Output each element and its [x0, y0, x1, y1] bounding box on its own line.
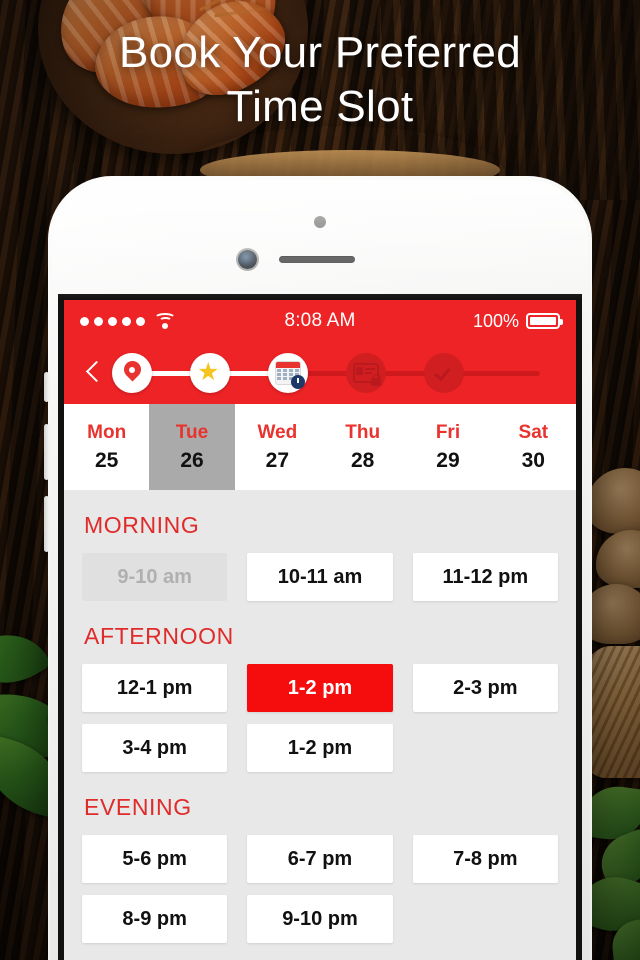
time-slot-button[interactable]: 1-2 pm — [247, 664, 393, 712]
promo-headline: Book Your Preferred Time Slot — [0, 26, 640, 133]
day-date: 27 — [265, 448, 289, 472]
silent-switch[interactable] — [44, 372, 49, 402]
slot-row: 5-6 pm 6-7 pm 7-8 pm — [82, 835, 558, 883]
volume-down-button[interactable] — [44, 496, 49, 552]
day-cell-tue[interactable]: Tue 26 — [149, 404, 235, 490]
time-slot-button[interactable]: 11-12 pm — [412, 553, 558, 601]
time-slot-button[interactable]: 2-3 pm — [412, 664, 558, 712]
day-cell-mon[interactable]: Mon 25 — [64, 404, 149, 490]
day-name: Fri — [435, 421, 461, 443]
slot-row: 8-9 pm 9-10 pm — [82, 895, 558, 943]
day-cell-sat[interactable]: Sat 30 — [491, 404, 576, 490]
phone-screen: 8:08 AM 100% ★ Mon 25 Tue 26 Wed 27 Thu … — [64, 300, 576, 960]
time-slot-button: 9-10 am — [82, 553, 228, 601]
calendar-clock-icon — [275, 361, 305, 389]
check-icon — [434, 363, 454, 383]
battery-percent-label: 100% — [472, 310, 519, 331]
day-date: 30 — [521, 448, 545, 472]
time-slot-button[interactable]: 5-6 pm — [82, 835, 228, 883]
back-button[interactable] — [78, 358, 108, 388]
slot-section-morning: MORNING 9-10 am 10-11 am 11-12 pm — [82, 512, 558, 601]
map-pin-icon — [119, 357, 145, 385]
headline-line-1: Book Your Preferred — [119, 28, 521, 77]
day-selector: Mon 25 Tue 26 Wed 27 Thu 28 Fri 29 Sat 30 — [64, 404, 576, 490]
battery-status: 100% — [472, 310, 563, 332]
status-bar: 8:08 AM 100% — [64, 300, 576, 342]
time-slot-button[interactable]: 8-9 pm — [82, 895, 228, 943]
headline-line-2: Time Slot — [226, 81, 414, 131]
day-date: 29 — [436, 448, 460, 472]
step-confirm[interactable] — [424, 353, 464, 393]
time-slot-button[interactable]: 10-11 am — [247, 553, 393, 601]
section-title: EVENING — [84, 794, 192, 820]
booking-step-progress: ★ — [64, 342, 576, 404]
slot-section-afternoon: AFTERNOON 12-1 pm 1-2 pm 2-3 pm 3-4 pm 1-2 pm — [82, 623, 558, 772]
slot-row: 3-4 pm 1-2 pm — [82, 724, 558, 772]
day-name: Tue — [175, 421, 209, 443]
phone-mockup: 8:08 AM 100% ★ Mon 25 Tue 26 Wed 27 Thu … — [44, 176, 592, 960]
day-name: Mon — [87, 421, 127, 443]
slot-row: 12-1 pm 1-2 pm 2-3 pm — [82, 664, 558, 712]
chevron-left-icon — [85, 360, 108, 383]
section-title: MORNING — [84, 512, 200, 538]
day-name: Sat — [518, 421, 549, 443]
day-date: 25 — [94, 448, 119, 472]
time-slot-button[interactable]: 3-4 pm — [82, 724, 228, 772]
step-payment[interactable] — [346, 353, 386, 393]
time-slot-button[interactable]: 12-1 pm — [82, 664, 228, 712]
day-cell-fri[interactable]: Fri 29 — [405, 404, 490, 490]
time-slot-button[interactable]: 6-7 pm — [247, 835, 393, 883]
earpiece-speaker — [279, 256, 355, 263]
time-slot-button[interactable]: 1-2 pm — [247, 724, 393, 772]
front-camera — [238, 250, 257, 269]
slot-row: 9-10 am 10-11 am 11-12 pm — [82, 553, 558, 601]
star-icon: ★ — [197, 358, 220, 386]
section-title: AFTERNOON — [84, 623, 234, 649]
day-date: 28 — [350, 448, 375, 472]
slot-section-evening: EVENING 5-6 pm 6-7 pm 7-8 pm 8-9 pm 9-10 pm — [82, 794, 558, 943]
step-service[interactable]: ★ — [190, 353, 230, 393]
battery-full-icon — [526, 313, 563, 329]
volume-up-button[interactable] — [44, 424, 49, 480]
day-name: Thu — [345, 421, 381, 443]
time-slot-button[interactable]: 9-10 pm — [247, 895, 393, 943]
time-slot-button[interactable]: 7-8 pm — [412, 835, 558, 883]
step-list: ★ — [112, 353, 562, 393]
day-date: 26 — [180, 448, 204, 472]
id-card-lock-icon — [353, 363, 381, 386]
day-cell-wed[interactable]: Wed 27 — [235, 404, 320, 490]
proximity-sensor — [314, 216, 326, 228]
step-location[interactable] — [112, 353, 152, 393]
step-time-slot[interactable] — [268, 353, 308, 393]
time-slot-list: MORNING 9-10 am 10-11 am 11-12 pm AFTERNOON 1… — [64, 490, 576, 960]
day-name: Wed — [257, 421, 298, 443]
day-cell-thu[interactable]: Thu 28 — [320, 404, 405, 490]
